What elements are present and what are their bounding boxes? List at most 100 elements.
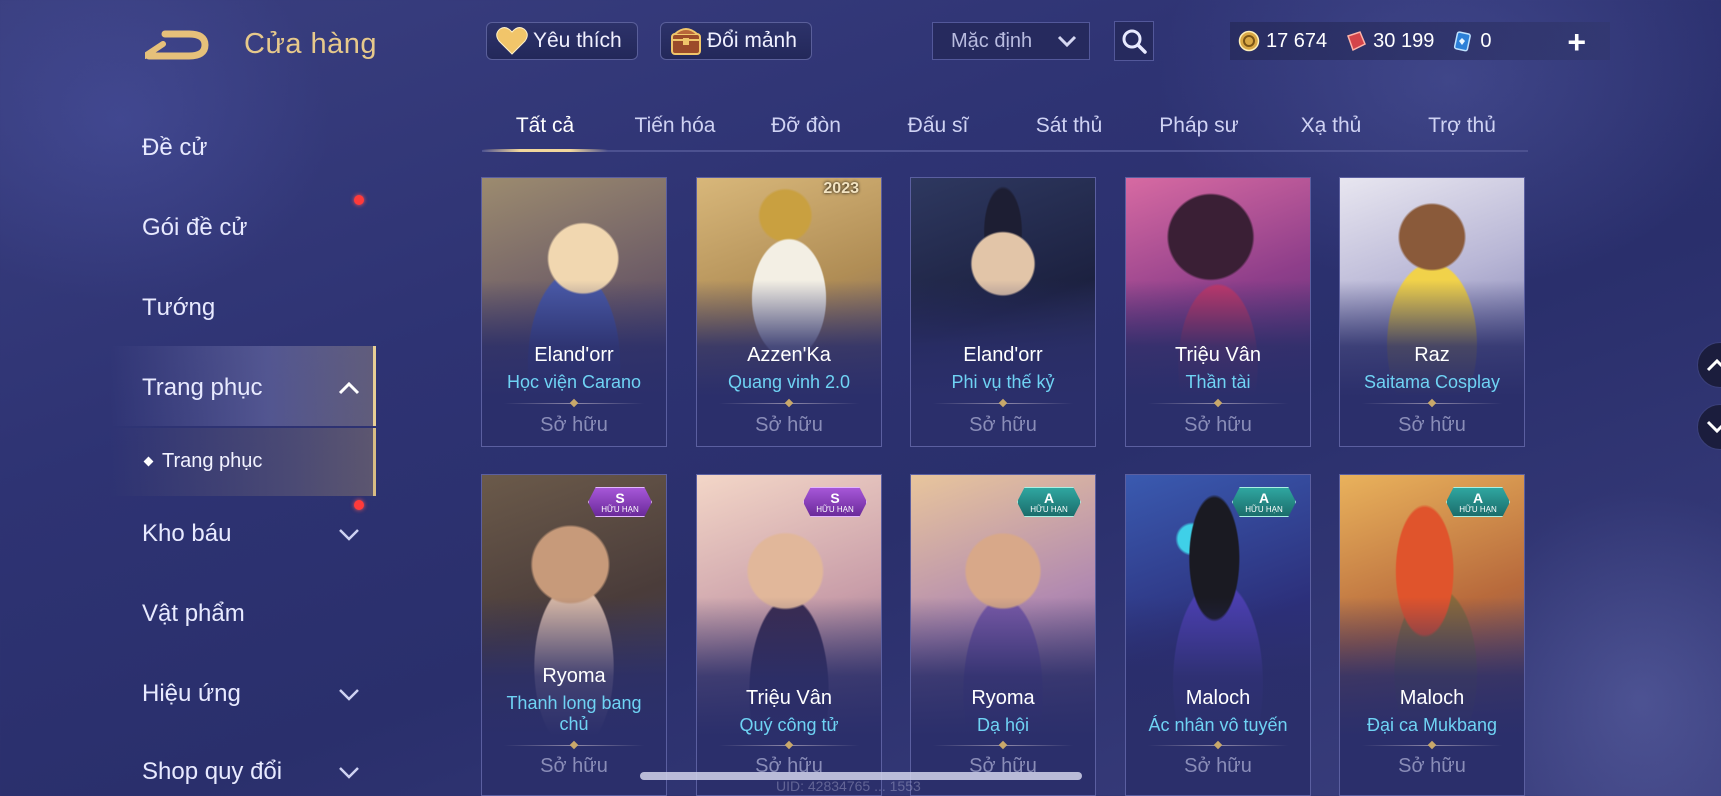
skin-name: Saitama Cosplay — [1363, 372, 1501, 392]
tab-mage[interactable]: Pháp sư — [1159, 114, 1238, 138]
ownership-status: Sở hữu — [540, 414, 608, 436]
sidebar-item-recommended-bundles[interactable]: Gói đề cử — [142, 214, 362, 242]
skin-card[interactable]: Eland'orr Phi vụ thế kỷ Sở hữu — [910, 177, 1096, 447]
sidebar-item-heroes[interactable]: Tướng — [142, 294, 362, 322]
chevron-down-icon — [339, 529, 359, 541]
diamond-card-icon — [1454, 31, 1472, 52]
favorites-label: Yêu thích — [533, 29, 622, 52]
sort-dropdown[interactable]: Mặc định — [932, 22, 1090, 60]
tab-support[interactable]: Trợ thủ — [1428, 114, 1496, 138]
favorites-button[interactable]: Yêu thích — [486, 22, 638, 60]
rarity-badge: S HỮU HẠN — [588, 487, 652, 517]
rarity-badge: A HỮU HẠN — [1017, 487, 1081, 517]
skin-name: Quý công tử — [739, 715, 839, 735]
skin-name: Quang vinh 2.0 — [727, 372, 851, 392]
skin-name-line2: chủ — [559, 714, 589, 734]
chevron-up-icon — [338, 381, 360, 395]
hero-name: Raz — [1414, 344, 1450, 366]
chevron-down-icon — [339, 767, 359, 779]
sidebar-item-treasure[interactable]: Kho báu — [142, 520, 362, 548]
tab-tank[interactable]: Đỡ đòn — [771, 114, 841, 138]
sort-value: Mặc định — [951, 29, 1033, 52]
chevron-down-icon — [339, 689, 359, 701]
skin-card[interactable]: Triệu Vân Thần tài Sở hữu — [1125, 177, 1311, 447]
back-logo-icon[interactable] — [145, 26, 211, 64]
ownership-status: Sở hữu — [1398, 755, 1466, 777]
sidebar-item-exchange-shop[interactable]: Shop quy đổi — [142, 758, 362, 786]
card-currency: 0 — [1452, 30, 1491, 53]
card-amount: 0 — [1480, 29, 1492, 52]
tab-all[interactable]: Tất cả — [516, 114, 574, 138]
hero-name: Eland'orr — [534, 344, 614, 366]
home-indicator[interactable] — [640, 772, 1082, 780]
sidebar-subitem-skins[interactable]: Trang phục — [143, 450, 262, 473]
active-tab-indicator — [482, 149, 608, 152]
sidebar-item-label: Kho báu — [142, 520, 232, 547]
voucher-icon — [1347, 31, 1367, 52]
gold-amount: 17 674 — [1266, 29, 1328, 52]
hero-name: Eland'orr — [963, 344, 1043, 366]
exchange-shards-button[interactable]: Đổi mảnh — [660, 22, 812, 60]
tab-assassin[interactable]: Sát thủ — [1036, 114, 1103, 138]
hero-name: Triệu Vân — [1175, 344, 1261, 366]
notification-dot — [354, 500, 364, 510]
search-button[interactable] — [1114, 21, 1154, 61]
skin-card[interactable]: Eland'orr Học viện Carano Sở hữu — [481, 177, 667, 447]
hero-name: Triệu Vân — [746, 687, 832, 709]
skin-card[interactable]: S HỮU HẠN Ryoma Thanh long bang chủ Sở hữ… — [481, 474, 667, 796]
skin-card[interactable]: A HỮU HẠN Maloch Đại ca Mukbang Sở hữu — [1339, 474, 1525, 796]
sidebar-item-label: Shop quy đổi — [142, 758, 283, 785]
sidebar-item-items[interactable]: Vật phẩm — [142, 600, 362, 628]
chevron-down-icon — [1057, 35, 1077, 47]
chevron-up-icon — [1706, 358, 1721, 372]
hero-name: Azzen'Ka — [747, 344, 831, 366]
skin-name: Đại ca Mukbang — [1366, 715, 1498, 735]
skin-card[interactable]: A HỮU HẠN Ryoma Dạ hội Sở hữu — [910, 474, 1096, 796]
ownership-status: Sở hữu — [969, 414, 1037, 436]
ownership-status: Sở hữu — [1398, 414, 1466, 436]
search-icon — [1122, 29, 1147, 54]
rarity-badge: A HỮU HẠN — [1232, 487, 1296, 517]
heart-icon — [496, 27, 528, 55]
rarity-badge: A HỮU HẠN — [1446, 487, 1510, 517]
sidebar-item-label: Tướng — [142, 294, 216, 321]
skin-card[interactable]: Raz Saitama Cosplay Sở hữu — [1339, 177, 1525, 447]
top-up-button[interactable]: + — [1567, 24, 1586, 61]
tab-evolution[interactable]: Tiến hóa — [635, 114, 716, 138]
page-title: Cửa hàng — [244, 28, 378, 60]
gold-coin-icon — [1238, 30, 1260, 52]
sidebar-item-label: Vật phẩm — [142, 600, 245, 627]
skin-card[interactable]: S HỮU HẠN Triệu Vân Quý công tử Sở hữu — [696, 474, 882, 796]
skin-name: Dạ hội — [976, 715, 1030, 735]
sidebar-item-label: Đề cử — [142, 134, 208, 161]
ownership-status: Sở hữu — [1184, 755, 1252, 777]
sidebar-item-label: Trang phục — [142, 374, 263, 401]
sidebar-item-effects[interactable]: Hiệu ứng — [142, 680, 362, 708]
hero-name: Maloch — [1185, 687, 1251, 709]
scroll-down-button[interactable] — [1697, 404, 1721, 450]
skin-card[interactable]: A HỮU HẠN Maloch Ác nhân vô tuyến Sở hữu — [1125, 474, 1311, 796]
scroll-up-button[interactable] — [1697, 342, 1721, 388]
tab-marksman[interactable]: Xạ thủ — [1301, 114, 1362, 138]
skin-name: Thần tài — [1185, 372, 1251, 392]
sidebar-item-skins[interactable]: Trang phục — [142, 374, 362, 402]
hero-name: Ryoma — [971, 687, 1035, 709]
voucher-amount: 30 199 — [1373, 29, 1435, 52]
category-tabs: Tất cả Tiến hóa Đỡ đòn Đấu sĩ Sát thủ Ph… — [482, 108, 1528, 152]
sidebar-item-label: Gói đề cử — [142, 214, 248, 241]
notification-dot — [354, 195, 364, 205]
skin-card[interactable]: 2023 Azzen'Ka Quang vinh 2.0 Sở hữu — [696, 177, 882, 447]
voucher-currency: 30 199 — [1345, 30, 1434, 53]
skin-name: Học viện Carano — [506, 372, 642, 392]
tab-fighter[interactable]: Đấu sĩ — [908, 114, 969, 138]
user-id: UID: 42834765 ... 1553 — [776, 778, 921, 794]
hero-name: Maloch — [1399, 687, 1465, 709]
sidebar-item-recommended[interactable]: Đề cử — [142, 134, 362, 162]
year-badge: 2023 — [823, 180, 859, 197]
skin-name: Ác nhân vô tuyến — [1148, 715, 1288, 735]
treasure-chest-icon — [671, 28, 701, 55]
exchange-label: Đổi mảnh — [707, 29, 797, 52]
diamond-bullet-icon — [143, 456, 154, 467]
rarity-badge: S HỮU HẠN — [803, 487, 867, 517]
skin-name: Phi vụ thế kỷ — [951, 372, 1055, 392]
